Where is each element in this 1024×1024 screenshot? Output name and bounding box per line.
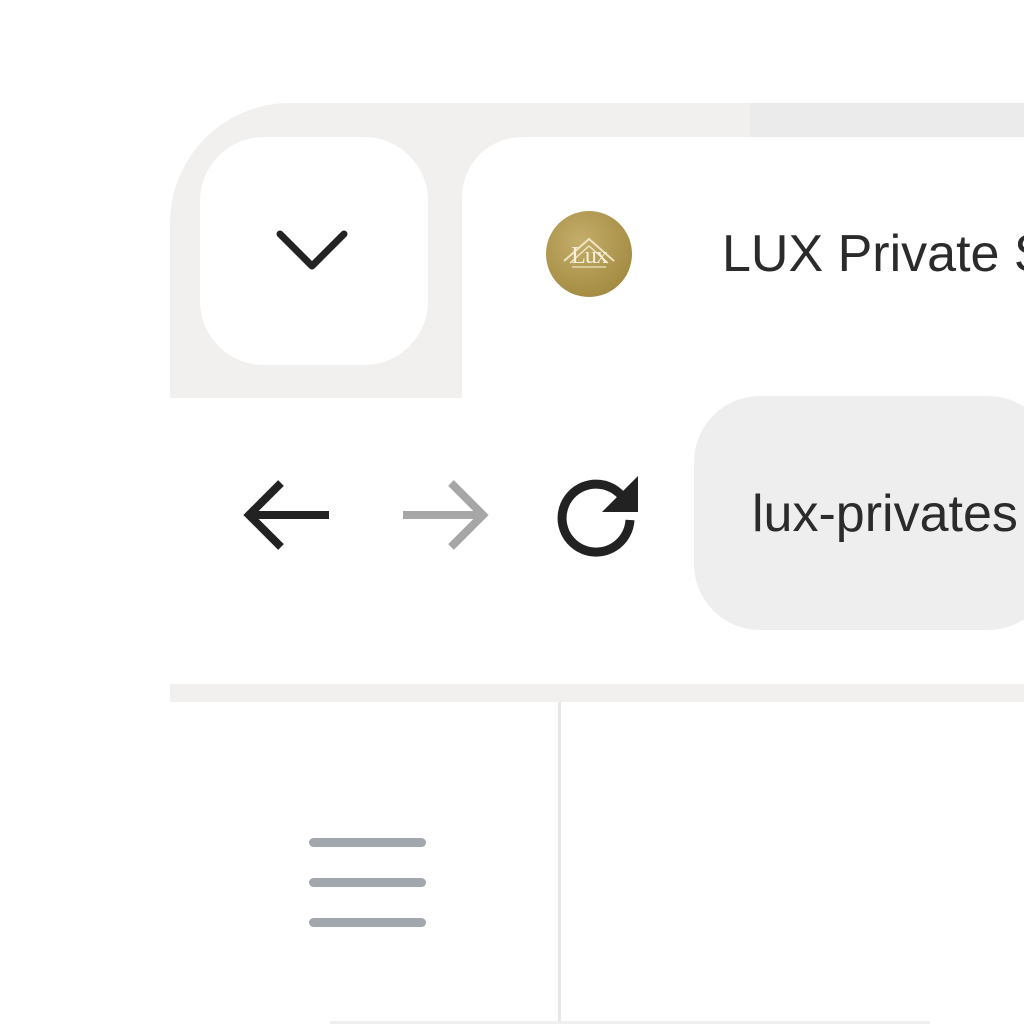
toolbar-divider — [170, 684, 1024, 702]
arrow-left-icon — [243, 480, 329, 550]
favicon-logo-text: Lux — [571, 242, 608, 269]
reload-button[interactable] — [548, 468, 648, 564]
chevron-down-icon — [276, 230, 348, 270]
forward-button[interactable] — [390, 470, 500, 560]
page-content — [561, 702, 1024, 1024]
address-bar[interactable]: lux-privates — [694, 396, 1024, 630]
hamburger-menu-icon — [309, 838, 426, 847]
arrow-right-icon — [403, 480, 489, 550]
hamburger-menu-icon-bar-2 — [309, 878, 426, 887]
back-button[interactable] — [232, 470, 342, 560]
address-bar-url: lux-privates — [752, 485, 1018, 543]
tab-strip-edge — [750, 103, 1024, 137]
hamburger-menu-icon-bar-3 — [309, 918, 426, 927]
reload-icon — [557, 476, 638, 557]
lux-logo-icon: Lux — [546, 211, 632, 297]
tab-title: LUX Private S — [722, 225, 1024, 283]
menu-button[interactable] — [300, 826, 436, 936]
tab-search-button[interactable] — [200, 137, 428, 365]
browser-window: Lux LUX Private S lux-privates — [0, 0, 1024, 1024]
